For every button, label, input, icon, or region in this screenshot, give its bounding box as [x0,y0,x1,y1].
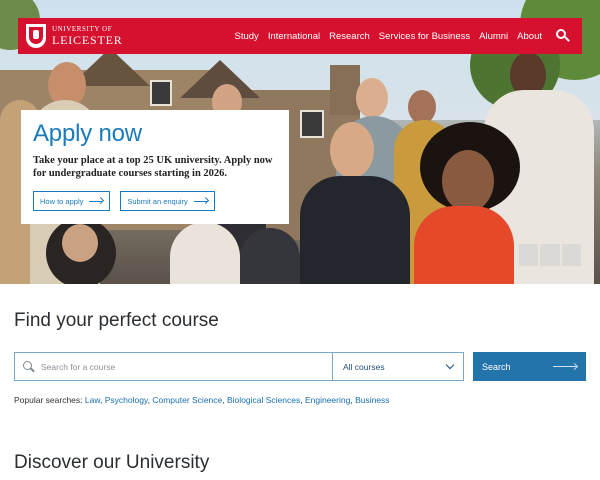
course-type-select[interactable]: All courses [332,352,464,381]
chimney [330,65,360,115]
arrow-right-icon [553,364,577,370]
previous-icon[interactable] [519,244,539,266]
nav-item-alumni[interactable]: Alumni [479,31,508,42]
top-navigation: UNIVERSITY OF LEICESTER Study Internatio… [18,18,582,54]
popular-searches-label: Popular searches: [14,395,83,405]
find-course-heading: Find your perfect course [14,310,219,331]
popular-searches: Popular searches: Law, Psychology, Compu… [14,395,390,405]
apply-now-card: Apply now Take your place at a top 25 UK… [21,110,289,224]
course-search-input[interactable] [41,361,321,372]
popular-link-law[interactable]: Law [85,395,100,405]
nav-item-international[interactable]: International [268,31,320,42]
popular-link-computer-science[interactable]: Computer Science [152,395,222,405]
popular-link-engineering[interactable]: Engineering [305,395,350,405]
arrow-right-icon [193,198,208,204]
logo-line-2: LEICESTER [52,33,123,47]
logo-line-1: UNIVERSITY OF [52,25,113,33]
main-menu: Study International Research Services fo… [226,29,570,43]
media-controls [519,244,581,266]
nav-item-research[interactable]: Research [329,31,370,42]
apply-now-text: Take your place at a top 25 UK universit… [33,155,273,179]
shield-icon [26,24,46,48]
search-button-label: Search [482,361,511,372]
popular-link-psychology[interactable]: Psychology [105,395,148,405]
university-logo[interactable]: UNIVERSITY OF LEICESTER [26,18,123,54]
apply-buttons: How to apply Submit an enquiry [33,191,277,211]
course-search-box [14,352,332,381]
course-search-form: All courses Search [14,352,586,381]
chevron-down-icon [445,360,455,370]
nav-item-about[interactable]: About [517,31,542,42]
apply-now-heading: Apply now [33,120,142,147]
next-icon[interactable] [561,244,581,266]
submit-enquiry-label: Submit an enquiry [127,196,188,206]
pause-icon[interactable] [540,244,560,266]
nav-item-services-for-business[interactable]: Services for Business [379,31,470,42]
popular-link-business[interactable]: Business [355,395,390,405]
how-to-apply-button[interactable]: How to apply [33,191,111,211]
window [300,110,324,138]
window [150,80,172,106]
how-to-apply-label: How to apply [40,196,84,206]
arrow-right-icon [89,198,103,204]
search-icon [23,360,35,373]
popular-link-biological-sciences[interactable]: Biological Sciences [227,395,300,405]
discover-heading: Discover our University [14,452,210,473]
search-icon[interactable] [556,29,570,43]
submit-enquiry-button[interactable]: Submit an enquiry [120,191,215,211]
search-button[interactable]: Search [473,352,586,381]
nav-item-study[interactable]: Study [235,31,259,42]
course-type-value: All courses [343,361,385,372]
